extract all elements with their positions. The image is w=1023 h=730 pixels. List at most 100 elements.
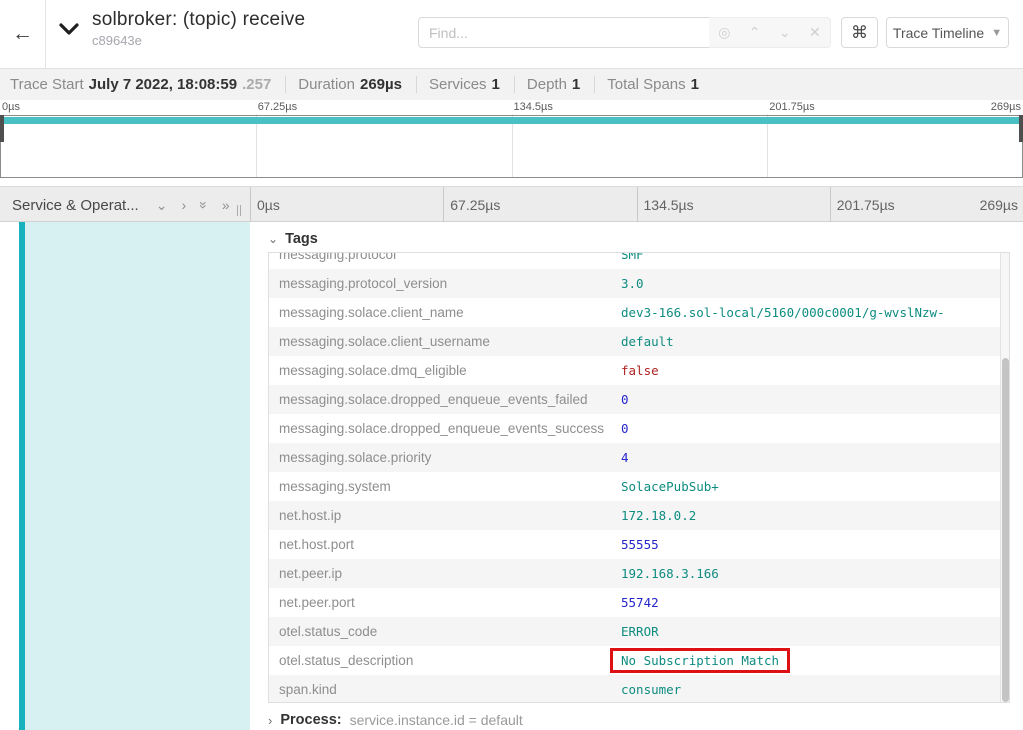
tag-row[interactable]: otel.status_descriptionNo Subscription M…: [269, 646, 1009, 675]
span-name-panel[interactable]: [25, 222, 250, 730]
summary-label: Services: [429, 76, 487, 93]
back-button[interactable]: ←: [0, 0, 46, 68]
minimap-span-bar: [2, 117, 1021, 124]
tag-key: span.kind: [269, 682, 621, 697]
ruler-tick: 67.25µs: [443, 187, 636, 223]
tag-key: messaging.solace.client_name: [269, 305, 621, 320]
column-resize-grip[interactable]: [237, 205, 241, 216]
span-detail-row: ⌄ Tags messaging.protocolSMFmessaging.pr…: [0, 222, 1023, 730]
process-summary: service.instance.id = default: [350, 712, 523, 728]
tag-value: default: [621, 334, 674, 349]
tag-row[interactable]: messaging.protocolSMF: [269, 252, 1009, 269]
tag-row[interactable]: messaging.protocol_version3.0: [269, 269, 1009, 298]
tag-row[interactable]: net.host.port55555: [269, 530, 1009, 559]
find-input[interactable]: [418, 17, 710, 48]
tag-value: 3.0: [621, 276, 644, 291]
tag-row[interactable]: net.host.ip172.18.0.2: [269, 501, 1009, 530]
tag-value: 4: [621, 450, 629, 465]
tag-value: SMF: [621, 252, 644, 262]
tag-value: 172.18.0.2: [621, 508, 696, 523]
double-chevron-down-icon[interactable]: »: [197, 201, 211, 209]
tag-key: net.peer.port: [269, 595, 621, 610]
tag-row[interactable]: messaging.solace.priority4: [269, 443, 1009, 472]
title-block: solbroker: (topic) receive c89643e: [92, 9, 305, 48]
summary-value: 269µs: [360, 76, 402, 93]
minimap-right-drag-handle[interactable]: [1019, 115, 1023, 142]
chevron-right-icon[interactable]: ›: [181, 198, 186, 212]
target-icon[interactable]: ◎: [718, 24, 730, 41]
ruler-tick: 0µs: [250, 187, 443, 223]
summary-value: 1: [691, 76, 699, 93]
tag-row[interactable]: messaging.solace.client_namedev3-166.sol…: [269, 298, 1009, 327]
close-icon[interactable]: ✕: [809, 24, 821, 41]
tag-value: 55742: [621, 595, 659, 610]
tags-table: messaging.protocolSMFmessaging.protocol_…: [268, 252, 1010, 703]
summary-value: 1: [572, 76, 580, 93]
chevron-down-icon[interactable]: ⌄: [156, 198, 168, 212]
summary-item: Trace StartJuly 7 2022, 18:08:59.257: [10, 76, 286, 93]
trace-page-header: ← solbroker: (topic) receive c89643e ◎ ⌃…: [0, 0, 1023, 68]
chevron-up-icon[interactable]: ⌃: [749, 24, 761, 41]
summary-item: Services 1: [417, 76, 515, 93]
minimap-tick-label: 134.5µs: [514, 101, 553, 113]
tag-value: 55555: [621, 537, 659, 552]
tag-row[interactable]: net.peer.ip192.168.3.166: [269, 559, 1009, 588]
summary-value-muted: .257: [242, 76, 271, 93]
tag-row[interactable]: otel.status_codeERROR: [269, 617, 1009, 646]
summary-label: Depth: [527, 76, 567, 93]
tags-rows: messaging.protocolSMFmessaging.protocol_…: [269, 252, 1009, 703]
tag-row[interactable]: net.peer.port55742: [269, 588, 1009, 617]
trace-minimap: 0µs67.25µs134.5µs201.75µs269µs: [0, 100, 1023, 180]
minimap-left-drag-handle[interactable]: [0, 115, 4, 142]
summary-item: Depth 1: [515, 76, 595, 93]
tag-key: messaging.solace.dropped_enqueue_events_…: [269, 421, 621, 436]
tags-section-toggle[interactable]: ⌄ Tags: [268, 231, 318, 247]
collapse-header-button[interactable]: [58, 22, 80, 41]
tag-key: messaging.protocol: [269, 252, 621, 262]
tags-scrollbar-track[interactable]: [1000, 253, 1009, 702]
service-operation-label[interactable]: Service & Operat...: [12, 197, 139, 214]
chevron-down-icon: ⌄: [268, 232, 278, 246]
keyboard-shortcuts-button[interactable]: ⌘: [841, 17, 878, 48]
minimap-viewport[interactable]: [0, 115, 1023, 178]
summary-label: Total Spans: [607, 76, 685, 93]
tag-value: consumer: [621, 682, 681, 697]
tag-row[interactable]: messaging.solace.dropped_enqueue_events_…: [269, 385, 1009, 414]
tag-row[interactable]: messaging.solace.client_usernamedefault: [269, 327, 1009, 356]
tag-row[interactable]: messaging.solace.dmq_eligiblefalse: [269, 356, 1009, 385]
tag-key: otel.status_code: [269, 624, 621, 639]
summary-value: July 7 2022, 18:08:59: [89, 76, 237, 93]
tag-key: messaging.system: [269, 479, 621, 494]
tag-key: messaging.solace.client_username: [269, 334, 621, 349]
tag-key: messaging.solace.dmq_eligible: [269, 363, 621, 378]
chevron-down-icon[interactable]: ⌄: [779, 24, 791, 41]
summary-item: Duration 269µs: [286, 76, 417, 93]
tag-key: net.host.ip: [269, 508, 621, 523]
process-section-toggle[interactable]: › Process: service.instance.id = default: [268, 712, 523, 728]
tag-value: SolacePubSub+: [621, 479, 719, 494]
chevron-right-icon: ›: [268, 713, 272, 728]
ruler-tick: 269µs: [980, 187, 1018, 223]
ruler-tick: 134.5µs: [637, 187, 830, 223]
process-section-title: Process:: [280, 712, 341, 728]
minimap-tick-label: 67.25µs: [258, 101, 297, 113]
trace-view-selector[interactable]: Trace Timeline ▼: [886, 17, 1009, 48]
summary-label: Duration: [298, 76, 355, 93]
find-toolbar: ◎ ⌃ ⌄ ✕: [709, 17, 831, 48]
minimap-tick-label: 0µs: [2, 101, 20, 113]
tag-value: dev3-166.sol-local/5160/000c0001/g-wvslN…: [621, 305, 945, 320]
tag-row[interactable]: messaging.systemSolacePubSub+: [269, 472, 1009, 501]
tag-key: messaging.solace.dropped_enqueue_events_…: [269, 392, 621, 407]
tag-key: net.peer.ip: [269, 566, 621, 581]
tag-row[interactable]: span.kindconsumer: [269, 675, 1009, 703]
command-icon: ⌘: [851, 23, 868, 43]
service-operation-header: Service & Operat... ⌄ › » »: [0, 187, 250, 223]
tag-value: false: [621, 363, 659, 378]
timeline-column-header: Service & Operat... ⌄ › » » 0µs67.25µs13…: [0, 186, 1023, 222]
tags-scrollbar-thumb[interactable]: [1002, 358, 1009, 702]
trace-summary-bar: Trace StartJuly 7 2022, 18:08:59.257Dura…: [0, 68, 1023, 100]
tags-section-title: Tags: [285, 231, 318, 247]
tag-row[interactable]: messaging.solace.dropped_enqueue_events_…: [269, 414, 1009, 443]
double-chevron-right-icon[interactable]: »: [222, 198, 230, 212]
summary-value: 1: [492, 76, 500, 93]
